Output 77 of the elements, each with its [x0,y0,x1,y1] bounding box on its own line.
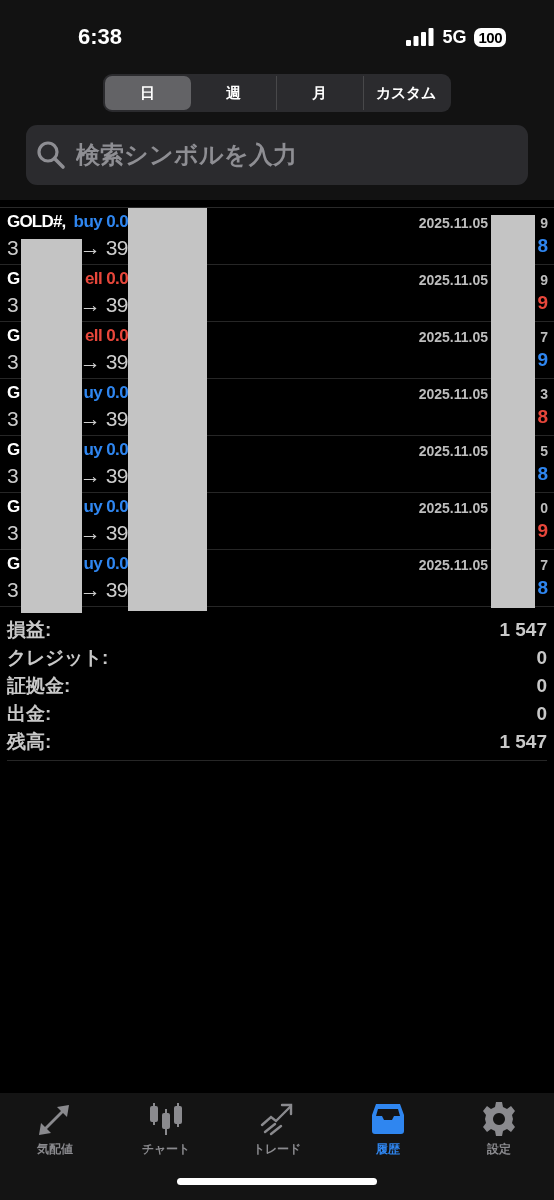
close-price: → 39 [79,464,128,488]
symbol-label: G [7,326,20,346]
deal-date: 2025.11.05 [418,215,488,231]
signal-icon [406,28,435,46]
deal-time: 0 [539,500,548,516]
summary-value: 0 [536,647,547,669]
status-time: 6:38 [78,24,123,50]
period-tab[interactable]: 日 [105,76,191,110]
summary-value: 0 [536,703,547,725]
deal-profit: 9 [536,520,548,542]
close-price: → 39 [79,578,128,602]
search-field[interactable]: 検索シンボルを入力 [26,125,528,185]
summary-label: 損益: [7,618,52,642]
deal-profit: 8 [536,463,548,485]
nav-tab[interactable]: 設定 [443,1101,554,1158]
deal-side: buy 0.0 [73,212,128,232]
deal-time: 7 [539,557,548,573]
nav-tab[interactable]: トレード [221,1101,333,1158]
deal-side: ell 0.0 [84,326,128,346]
summary-label: 残高: [7,730,52,754]
summary-value: 0 [536,675,547,697]
period-tab[interactable]: 月 [276,76,363,110]
candlestick-icon [148,1101,185,1137]
nav-tab[interactable]: 気配値 [0,1101,111,1158]
deal-time: 3 [539,386,548,402]
summary-label: クレジット: [7,646,109,670]
deal-date: 2025.11.05 [418,443,488,459]
open-price: 3 [7,521,19,545]
symbol-label: G [7,554,20,574]
deal-side: ell 0.0 [84,269,128,289]
deal-time: 9 [539,272,548,288]
close-price: → 39 [79,350,128,374]
summary-value: 1 547 [499,731,547,753]
deal-profit: 9 [536,349,548,371]
period-tab[interactable]: 週 [190,76,276,110]
open-price: 3 [7,293,19,317]
close-price: → 39 [79,236,128,260]
symbol-label: GOLD#, [7,212,66,232]
symbol-label: G [7,269,20,289]
close-price: → 39 [79,293,128,317]
deal-side: uy 0.0 [83,497,128,517]
deal-date: 2025.11.05 [418,386,488,402]
inbox-tray-icon [369,1101,406,1137]
deal-profit: 9 [536,292,548,314]
settings-icon [480,1101,517,1137]
deal-date: 2025.11.05 [418,500,488,516]
symbol-label: G [7,497,20,517]
network-label: 5G [442,26,467,48]
nav-tab[interactable]: 履歴 [332,1101,444,1158]
open-price: 3 [7,407,19,431]
deal-time: 7 [539,329,548,345]
summary-value: 1 547 [499,619,547,641]
deal-side: uy 0.0 [83,440,128,460]
nav-tab[interactable]: チャート [110,1101,222,1158]
deal-date: 2025.11.05 [418,272,488,288]
open-price: 3 [7,236,19,260]
trend-lines-icon [259,1101,295,1137]
deal-side: uy 0.0 [83,554,128,574]
deal-side: uy 0.0 [83,383,128,403]
symbol-label: G [7,440,20,460]
open-price: 3 [7,578,19,602]
summary-label: 出金: [7,702,52,726]
deal-profit: 8 [536,577,548,599]
period-tab[interactable]: カスタム [362,76,449,110]
deal-date: 2025.11.05 [418,557,488,573]
battery-level: 100 [474,27,506,47]
symbol-label: G [7,383,20,403]
deal-profit: 8 [536,235,548,257]
deal-date: 2025.11.05 [418,329,488,345]
open-price: 3 [7,464,19,488]
deal-time: 9 [539,215,548,231]
deal-profit: 8 [536,406,548,428]
close-price: → 39 [79,407,128,431]
summary-label: 証拠金: [7,674,71,698]
close-price: → 39 [79,521,128,545]
deal-time: 5 [539,443,548,459]
open-price: 3 [7,350,19,374]
